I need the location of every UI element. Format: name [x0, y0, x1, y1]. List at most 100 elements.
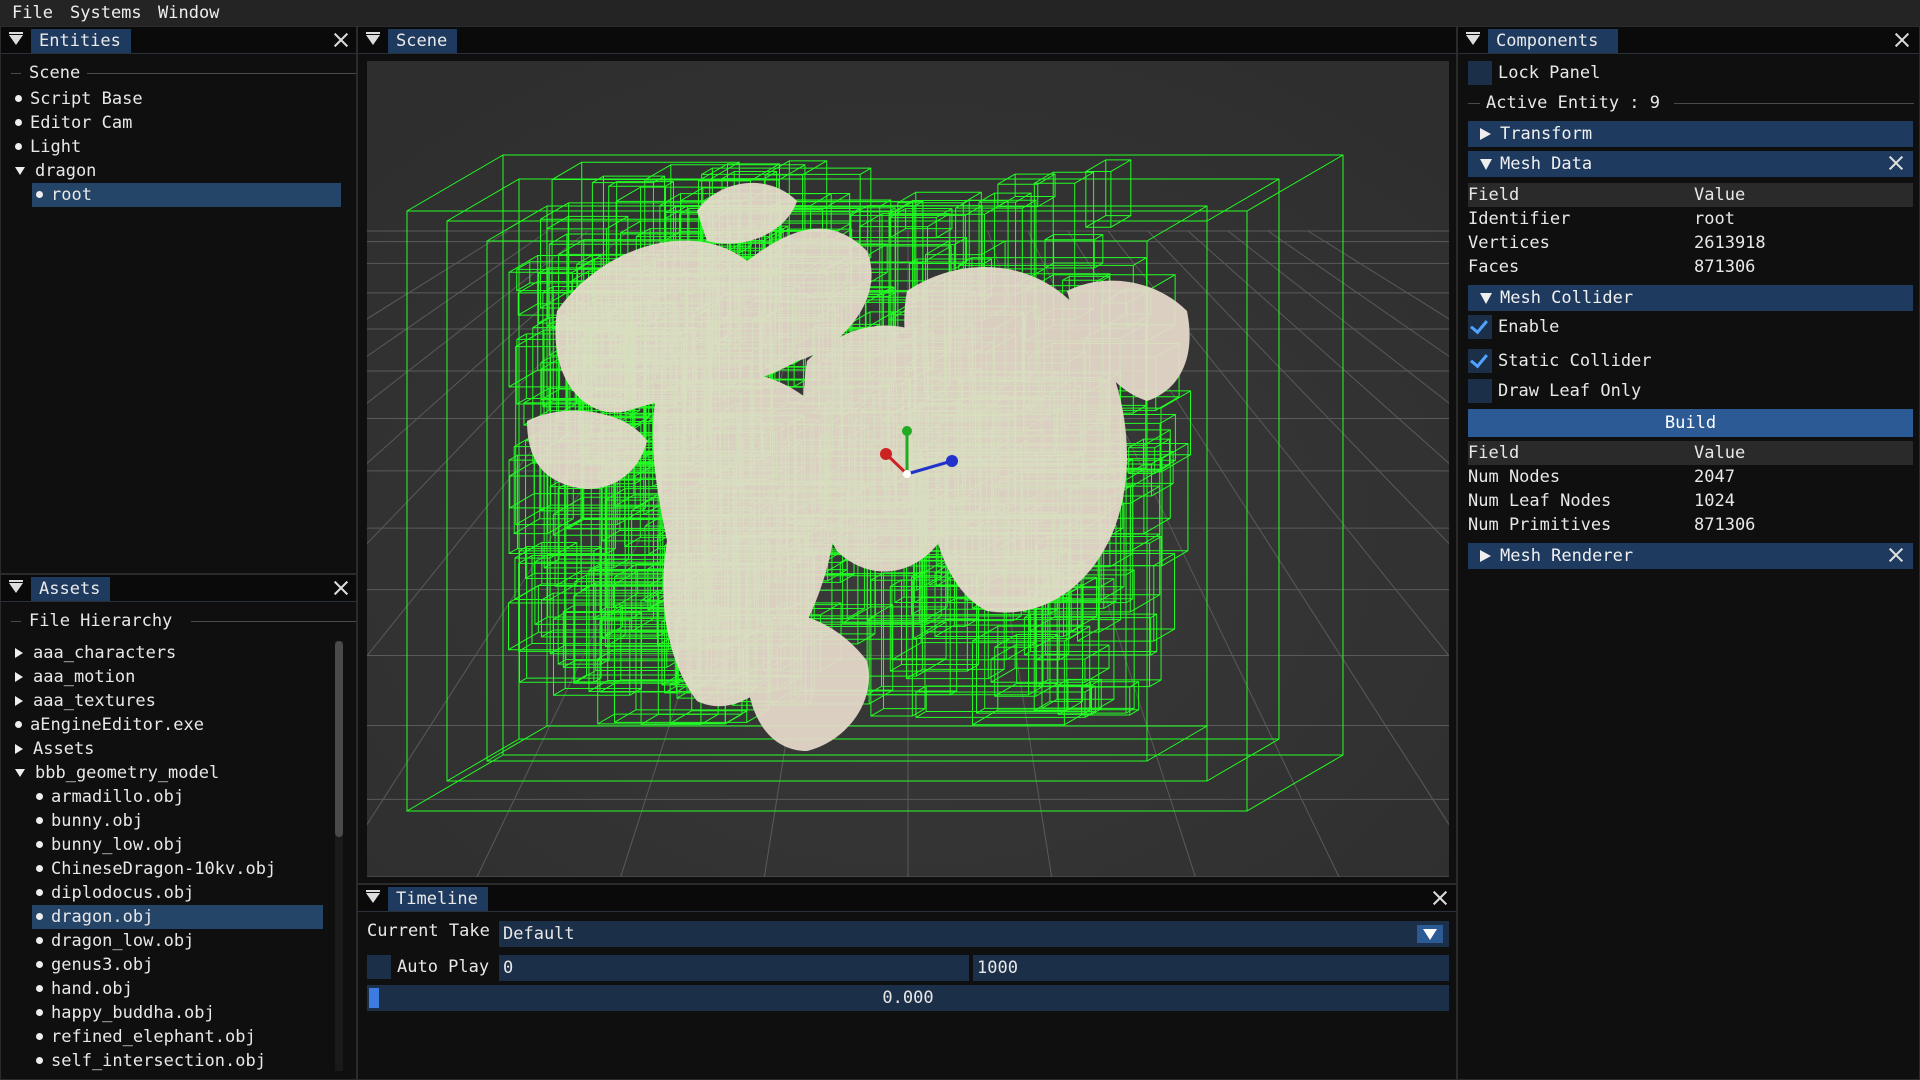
draw-leaf-only-checkbox[interactable] [1468, 379, 1492, 403]
components-tab[interactable]: Components [1488, 29, 1618, 53]
active-entity-separator: Active Entity : 9 [1468, 91, 1914, 115]
tree-item-label: Script Base [30, 89, 143, 109]
dropdown-arrow-icon[interactable] [1417, 925, 1443, 943]
tree-item-label: Editor Cam [30, 113, 133, 133]
current-take-select[interactable]: Default [499, 921, 1449, 947]
active-entity-label: Active Entity : 9 [1486, 93, 1660, 113]
enable-checkbox[interactable] [1468, 315, 1492, 339]
tree-item[interactable]: refined_elephant.obj [32, 1025, 332, 1049]
tree-item[interactable]: ChineseDragon-10kv.obj [32, 857, 332, 881]
collapse-icon [1480, 159, 1492, 170]
mesh-renderer-header[interactable]: Mesh Renderer [1468, 543, 1913, 569]
tree-item[interactable]: happy_buddha.obj [32, 1001, 332, 1025]
tree-item-label: ChineseDragon-10kv.obj [51, 859, 277, 879]
tree-item[interactable]: aaa_characters [11, 641, 311, 665]
tree-item[interactable]: bunny_low.obj [32, 833, 332, 857]
tree-item-label: Light [30, 137, 82, 157]
tree-item[interactable]: Assets [11, 737, 311, 761]
table-cell-value: 1024 [1694, 491, 1735, 511]
timeline-tab[interactable]: Timeline [388, 887, 488, 911]
collapse-icon[interactable] [9, 32, 23, 45]
menu-window[interactable]: Window [158, 2, 219, 24]
bullet-icon [36, 792, 43, 800]
close-icon[interactable] [1432, 890, 1448, 906]
time-slider[interactable]: 0.000 [367, 985, 1449, 1011]
transform-label: Transform [1500, 124, 1593, 144]
table-cell-value: root [1694, 209, 1735, 229]
start-frame-input[interactable]: 0 [499, 955, 969, 981]
autoplay-checkbox[interactable] [367, 955, 391, 979]
close-icon[interactable] [333, 580, 349, 596]
mesh-data-header[interactable]: Mesh Data [1468, 151, 1913, 177]
tree-item[interactable]: dragon.obj [32, 905, 323, 929]
chevron-down-icon [15, 167, 25, 175]
collapse-icon[interactable] [9, 580, 23, 593]
tree-item[interactable]: aaa_textures [11, 689, 311, 713]
value-column-header: Value [1694, 185, 1746, 205]
tree-item[interactable]: aEngineEditor.exe [11, 713, 311, 737]
tree-item[interactable]: self_intersection.obj [32, 1049, 332, 1073]
scene-viewport[interactable] [367, 61, 1449, 877]
close-icon[interactable] [1894, 32, 1910, 48]
tree-item-label: aaa_textures [33, 691, 156, 711]
tree-item[interactable]: Light [11, 135, 311, 159]
collapse-icon[interactable] [1466, 32, 1480, 45]
tree-item[interactable]: Script Base [11, 87, 311, 111]
scene-tab[interactable]: Scene [388, 29, 458, 53]
build-button[interactable]: Build [1468, 409, 1913, 437]
assets-scroll-thumb[interactable] [335, 641, 343, 837]
tree-item[interactable]: dragon [11, 159, 311, 183]
bullet-icon [15, 94, 22, 102]
bullet-icon [36, 1008, 43, 1016]
close-icon[interactable] [1888, 547, 1904, 563]
tree-item[interactable]: hand.obj [32, 977, 332, 1001]
tree-item[interactable]: bbb_geometry_model [11, 761, 311, 785]
tree-item[interactable]: aaa_motion [11, 665, 311, 689]
table-cell-value: 871306 [1694, 515, 1756, 535]
menu-systems[interactable]: Systems [70, 2, 142, 24]
mesh-collider-header[interactable]: Mesh Collider [1468, 285, 1913, 311]
tree-item-label: dragon_low.obj [51, 931, 195, 951]
tree-item-label: Assets [33, 739, 95, 759]
assets-scrollbar[interactable] [335, 641, 343, 1071]
transform-header[interactable]: Transform [1468, 121, 1913, 147]
static-collider-checkbox[interactable] [1468, 349, 1492, 373]
bullet-icon [36, 1056, 43, 1064]
tree-item-label: refined_elephant.obj [51, 1027, 256, 1047]
bullet-icon [36, 864, 43, 872]
collapse-icon[interactable] [366, 32, 380, 45]
tree-item[interactable]: root [32, 183, 341, 207]
close-icon[interactable] [1888, 155, 1904, 171]
tree-item[interactable]: bunny.obj [32, 809, 332, 833]
bullet-icon [36, 840, 43, 848]
bullet-icon [15, 142, 22, 150]
check-icon [1470, 349, 1488, 369]
lock-panel-checkbox[interactable] [1468, 61, 1492, 85]
tree-item[interactable]: armadillo.obj [32, 785, 332, 809]
bullet-icon [15, 720, 22, 728]
tree-item[interactable]: diplodocus.obj [32, 881, 332, 905]
entities-tab[interactable]: Entities [31, 29, 131, 53]
tree-item[interactable]: Editor Cam [11, 111, 311, 135]
table-cell-field: Identifier [1468, 209, 1571, 229]
end-frame-input[interactable]: 1000 [973, 955, 1449, 981]
scene-titlebar: Scene [358, 27, 1456, 54]
close-icon[interactable] [333, 32, 349, 48]
chevron-right-icon [15, 672, 23, 682]
menu-file[interactable]: File [12, 2, 53, 24]
table-cell-field: Faces [1468, 257, 1520, 277]
scene-section: Scene [11, 61, 356, 85]
components-panel: Components Lock Panel Active Entity : 9 … [1457, 26, 1920, 1080]
table-cell-field: Vertices [1468, 233, 1550, 253]
collapse-icon[interactable] [366, 890, 380, 903]
mesh-data-label: Mesh Data [1500, 154, 1593, 174]
tree-item-label: bunny.obj [51, 811, 144, 831]
tree-item-label: aEngineEditor.exe [30, 715, 204, 735]
bullet-icon [36, 190, 43, 198]
assets-tab[interactable]: Assets [31, 577, 111, 601]
tree-item[interactable]: dragon_low.obj [32, 929, 332, 953]
tree-item[interactable]: genus3.obj [32, 953, 332, 977]
tree-item-label: hand.obj [51, 979, 133, 999]
menu-bar: File Systems Window [0, 0, 1920, 26]
field-column-header: Field [1468, 185, 1520, 205]
